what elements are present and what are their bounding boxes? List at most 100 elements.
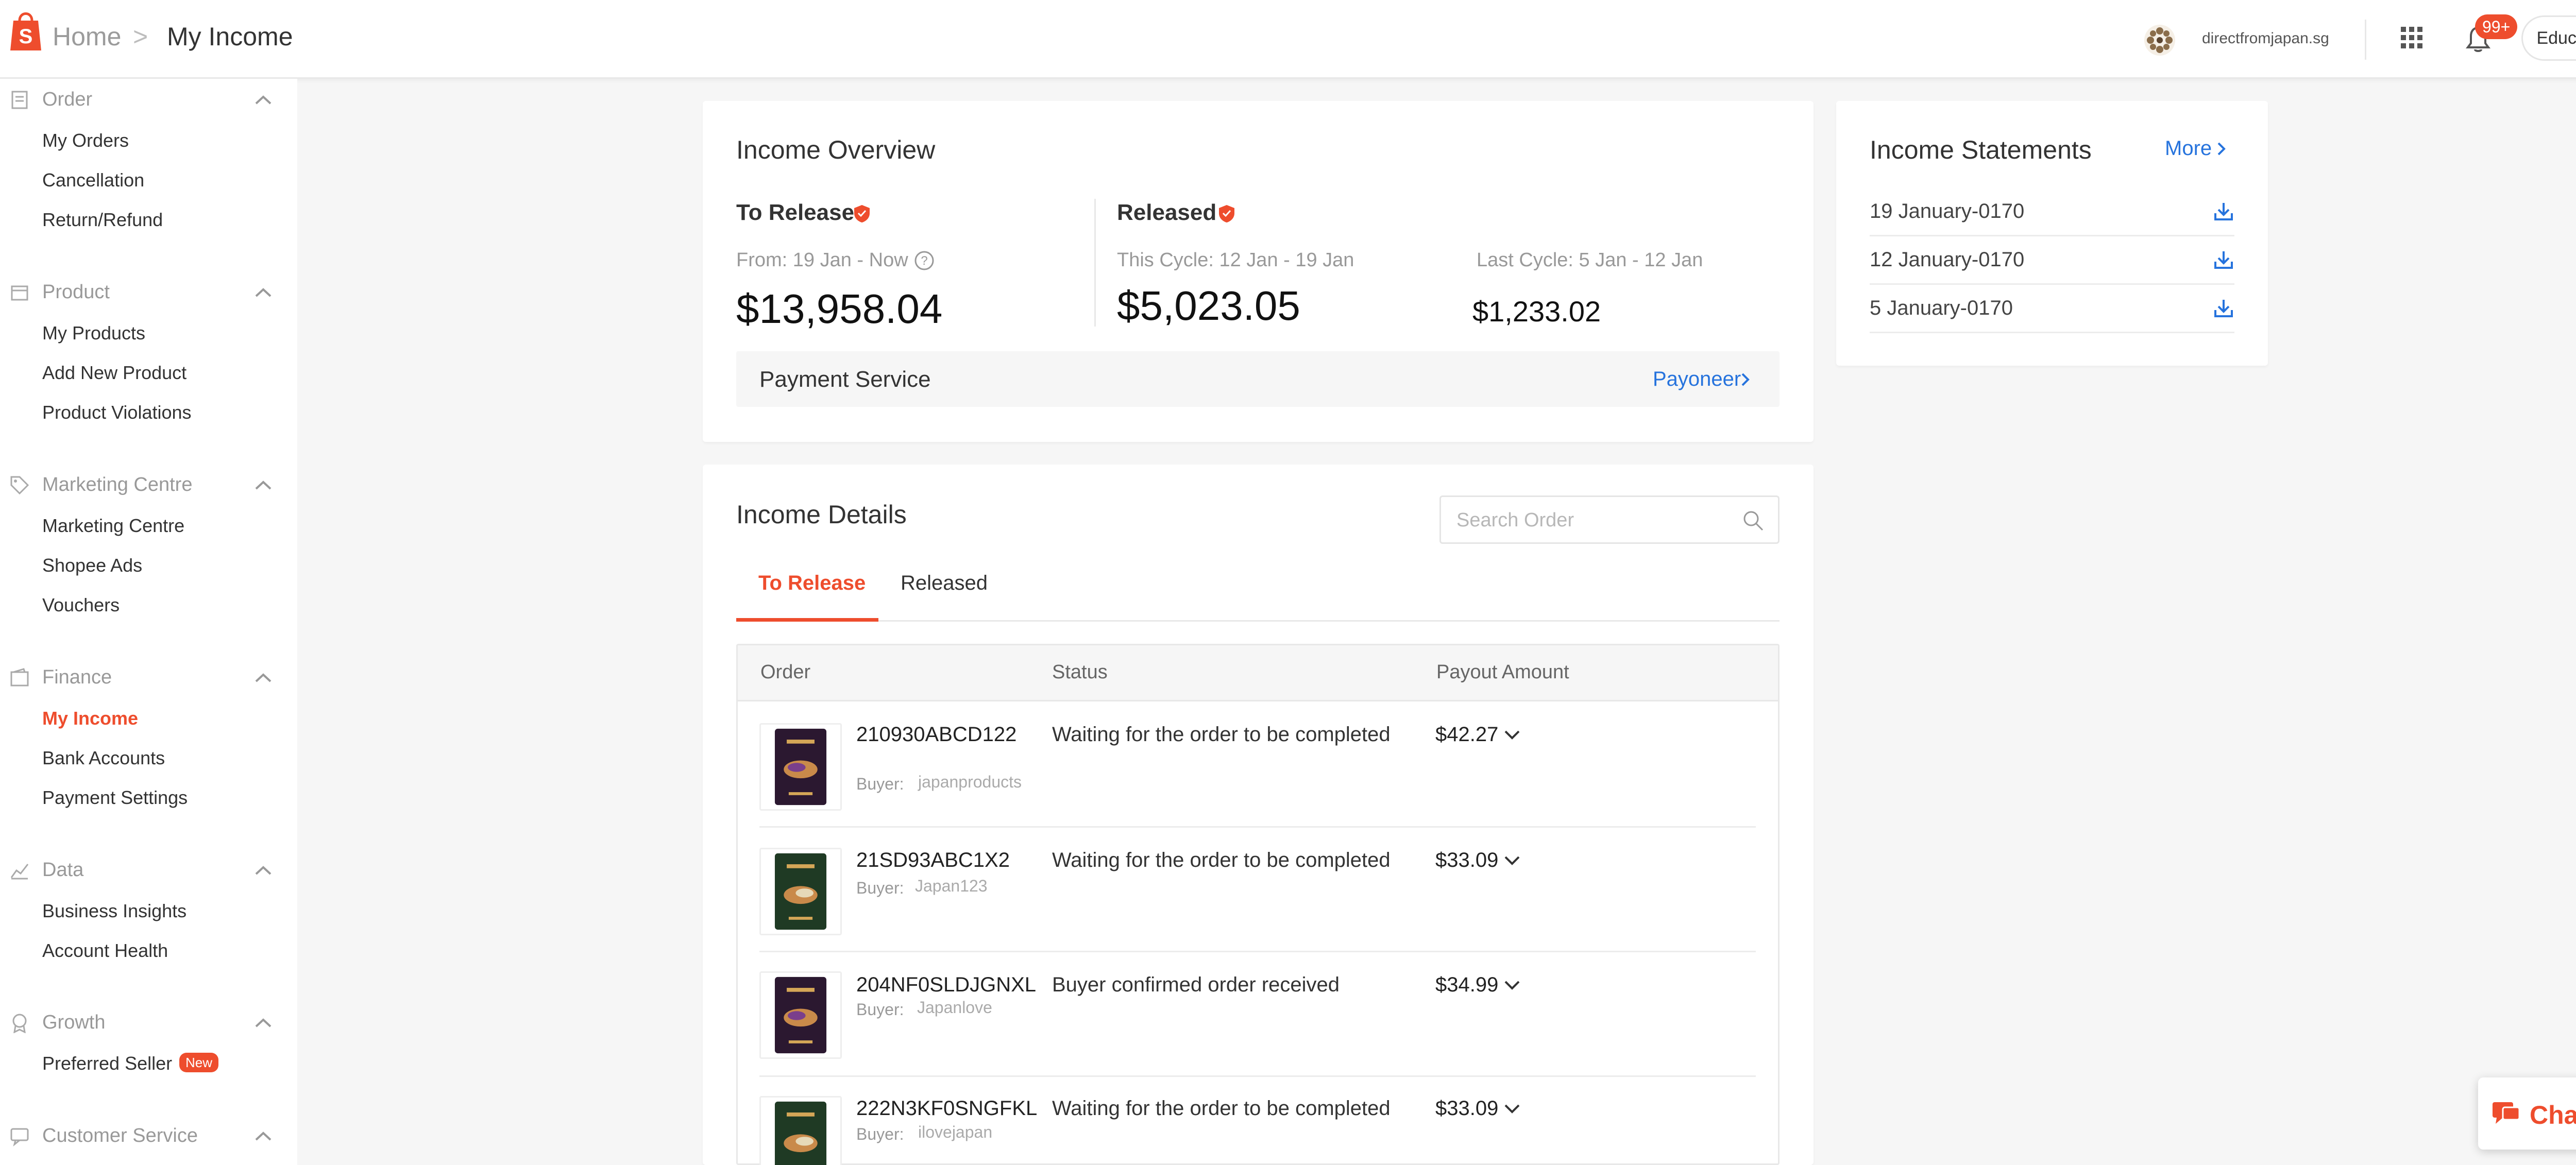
- sidebar-item-business-insights[interactable]: Business Insights: [42, 900, 187, 922]
- education-hub-button[interactable]: Education Hub: [2521, 15, 2576, 61]
- sidebar-item-cancellation[interactable]: Cancellation: [42, 169, 144, 191]
- shopee-logo[interactable]: S: [7, 7, 44, 53]
- chat-bubble-icon: [10, 1128, 29, 1146]
- chevron-up-icon[interactable]: [255, 1018, 272, 1028]
- box-icon: [11, 285, 28, 301]
- buyer-name: Japanlove: [917, 998, 992, 1017]
- download-icon[interactable]: [2213, 249, 2234, 270]
- payout-amount: $33.09: [1435, 849, 1499, 871]
- shield-icon[interactable]: [1217, 204, 1236, 224]
- product-image: [759, 723, 842, 811]
- sidebar-item-product-violations[interactable]: Product Violations: [42, 402, 192, 423]
- apps-grid-icon[interactable]: [2400, 26, 2424, 49]
- chevron-up-icon[interactable]: [255, 1131, 272, 1141]
- column-header-status: Status: [1052, 661, 1108, 683]
- sidebar-item-bank-accounts[interactable]: Bank Accounts: [42, 747, 165, 769]
- chat-widget[interactable]: Chat: [2478, 1077, 2576, 1150]
- product-image: [759, 971, 842, 1059]
- sidebar-section-product[interactable]: Product: [42, 281, 110, 303]
- chevron-up-icon[interactable]: [255, 95, 272, 105]
- order-id[interactable]: 210930ABCD122: [856, 723, 1016, 746]
- chat-icon: [2493, 1102, 2520, 1124]
- tab-to-release[interactable]: To Release: [758, 572, 866, 595]
- statement-divider: [1870, 283, 2234, 285]
- income-overview-title: Income Overview: [736, 135, 936, 164]
- tag-icon: [10, 476, 29, 495]
- last-cycle-amount: $1,233.02: [1472, 295, 1601, 328]
- chevron-up-icon[interactable]: [255, 673, 272, 683]
- sidebar-item-my-orders[interactable]: My Orders: [42, 130, 129, 151]
- sidebar-item-vouchers[interactable]: Vouchers: [42, 594, 120, 616]
- shop-avatar[interactable]: [2143, 24, 2176, 57]
- sidebar-item-payment-settings[interactable]: Payment Settings: [42, 787, 188, 809]
- sidebar: [0, 79, 297, 1165]
- statement-divider: [1870, 235, 2234, 236]
- sidebar-item-preferred-seller[interactable]: Preferred Seller: [42, 1053, 172, 1074]
- sidebar-item-my-products[interactable]: My Products: [42, 322, 145, 344]
- chevron-up-icon[interactable]: [255, 865, 272, 876]
- sidebar-section-finance[interactable]: Finance: [42, 666, 112, 689]
- sidebar-section-customer-service[interactable]: Customer Service: [42, 1125, 198, 1147]
- sidebar-item-my-income[interactable]: My Income: [42, 708, 138, 729]
- sidebar-section-growth[interactable]: Growth: [42, 1012, 105, 1034]
- chevron-right-icon[interactable]: [1740, 372, 1751, 387]
- to-release-label: To Release: [736, 200, 855, 225]
- breadcrumb-separator-icon: >: [133, 22, 148, 51]
- chat-label: Chat: [2530, 1101, 2576, 1129]
- buyer-name: ilovejapan: [918, 1123, 993, 1141]
- svg-text:?: ?: [921, 254, 927, 268]
- buyer-name: japanproducts: [918, 773, 1022, 791]
- to-release-period: From: 19 Jan - Now: [736, 249, 908, 271]
- download-icon[interactable]: [2213, 298, 2234, 318]
- order-id[interactable]: 222N3KF0SNGFKL: [856, 1097, 1037, 1120]
- row-divider: [759, 951, 1756, 952]
- table-row[interactable]: [759, 971, 842, 1061]
- buyer-label: Buyer:: [856, 879, 904, 897]
- payout-amount: $34.99: [1435, 973, 1499, 996]
- sidebar-item-return-refund[interactable]: Return/Refund: [42, 209, 163, 231]
- chevron-down-icon[interactable]: [1503, 729, 1521, 741]
- sidebar-item-add-new-product[interactable]: Add New Product: [42, 362, 187, 384]
- this-cycle-label: This Cycle: 12 Jan - 19 Jan: [1117, 249, 1354, 271]
- table-row[interactable]: [759, 1096, 842, 1165]
- sidebar-section-marketing-centre[interactable]: Marketing Centre: [42, 474, 192, 496]
- chevron-down-icon[interactable]: [1503, 980, 1521, 991]
- sidebar-item-shopee-ads[interactable]: Shopee Ads: [42, 555, 142, 576]
- sidebar-item-account-health[interactable]: Account Health: [42, 940, 168, 962]
- chevron-up-icon[interactable]: [255, 480, 272, 490]
- breadcrumb-home[interactable]: Home: [53, 22, 121, 52]
- help-icon[interactable]: ?: [914, 250, 935, 271]
- table-row[interactable]: [759, 848, 842, 938]
- new-badge: New: [179, 1053, 219, 1072]
- shield-icon[interactable]: [852, 204, 872, 224]
- download-icon[interactable]: [2213, 201, 2234, 221]
- top-header: S Home > My Income directfromjapan.sg 99…: [0, 0, 2576, 79]
- sidebar-section-order[interactable]: Order: [42, 89, 92, 111]
- table-header: [738, 645, 1778, 701]
- shop-name[interactable]: directfromjapan.sg: [2202, 30, 2329, 47]
- order-id[interactable]: 21SD93ABC1X2: [856, 849, 1010, 872]
- column-header-order: Order: [760, 661, 811, 683]
- chevron-down-icon[interactable]: [1503, 1103, 1521, 1115]
- chevron-up-icon[interactable]: [255, 287, 272, 298]
- search-order-input[interactable]: [1455, 507, 1736, 533]
- chevron-down-icon[interactable]: [1503, 855, 1521, 866]
- row-divider: [759, 826, 1756, 828]
- buyer-label: Buyer:: [856, 1000, 904, 1019]
- tab-released[interactable]: Released: [901, 572, 988, 595]
- to-release-amount: $13,958.04: [736, 286, 943, 332]
- payout-amount: $42.27: [1435, 723, 1499, 746]
- sidebar-item-marketing-centre[interactable]: Marketing Centre: [42, 515, 184, 537]
- search-icon[interactable]: [1742, 509, 1765, 532]
- sidebar-section-data[interactable]: Data: [42, 859, 83, 881]
- order-id[interactable]: 204NF0SLDJGNXL: [856, 973, 1036, 997]
- notification-count-badge: 99+: [2475, 14, 2518, 39]
- table-row[interactable]: [759, 723, 842, 813]
- payoneer-link[interactable]: Payoneer: [1653, 368, 1741, 391]
- statement-divider: [1870, 332, 2234, 333]
- chevron-right-icon[interactable]: [2216, 141, 2227, 157]
- product-image: [759, 848, 842, 935]
- column-header-payout-amount: Payout Amount: [1436, 661, 1569, 683]
- statements-more-link[interactable]: More: [2165, 137, 2212, 160]
- statement-item: 19 January-0170: [1870, 200, 2025, 222]
